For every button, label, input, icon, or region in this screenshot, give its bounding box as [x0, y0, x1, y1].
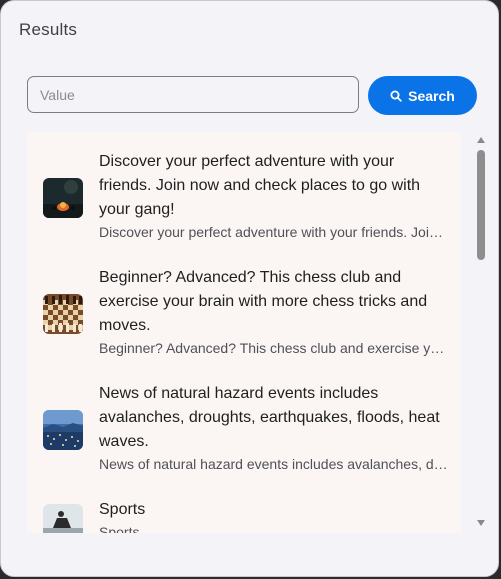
- scroll-down-arrow-icon[interactable]: [477, 520, 485, 526]
- list-item[interactable]: News of natural hazard events includes a…: [27, 382, 461, 482]
- results-scrollbar[interactable]: [473, 132, 489, 533]
- item-title: Sports: [99, 501, 146, 518]
- campfire-thumbnail: [43, 178, 83, 218]
- search-button-label: Search: [408, 87, 455, 104]
- search-button[interactable]: Search: [368, 76, 477, 115]
- sports-thumbnail: [43, 504, 83, 533]
- city-thumbnail: [43, 410, 83, 450]
- item-title: News of natural hazard events includes a…: [99, 385, 440, 450]
- item-subtitle: Beginner? Advanced? This chess club and …: [99, 340, 449, 356]
- list-item[interactable]: Discover your perfect adventure with you…: [27, 150, 461, 250]
- dialog-title: Results: [19, 20, 78, 39]
- chessboard-thumbnail: [43, 294, 83, 334]
- item-subtitle: News of natural hazard events includes a…: [99, 456, 449, 472]
- item-title: Beginner? Advanced? This chess club and …: [99, 269, 428, 334]
- item-title: Discover your perfect adventure with you…: [99, 153, 421, 218]
- list-item[interactable]: Sports Sports: [27, 498, 461, 533]
- item-subtitle: Sports: [99, 524, 140, 533]
- search-input[interactable]: [27, 76, 359, 113]
- scroll-up-arrow-icon[interactable]: [477, 137, 485, 143]
- results-dialog: Results Search Discover your perfect: [0, 0, 499, 577]
- item-subtitle: Discover your perfect adventure with you…: [99, 224, 449, 240]
- search-icon: [390, 90, 402, 102]
- results-list[interactable]: Discover your perfect adventure with you…: [27, 132, 461, 533]
- scrollbar-thumb[interactable]: [477, 150, 485, 260]
- list-item[interactable]: Beginner? Advanced? This chess club and …: [27, 266, 461, 366]
